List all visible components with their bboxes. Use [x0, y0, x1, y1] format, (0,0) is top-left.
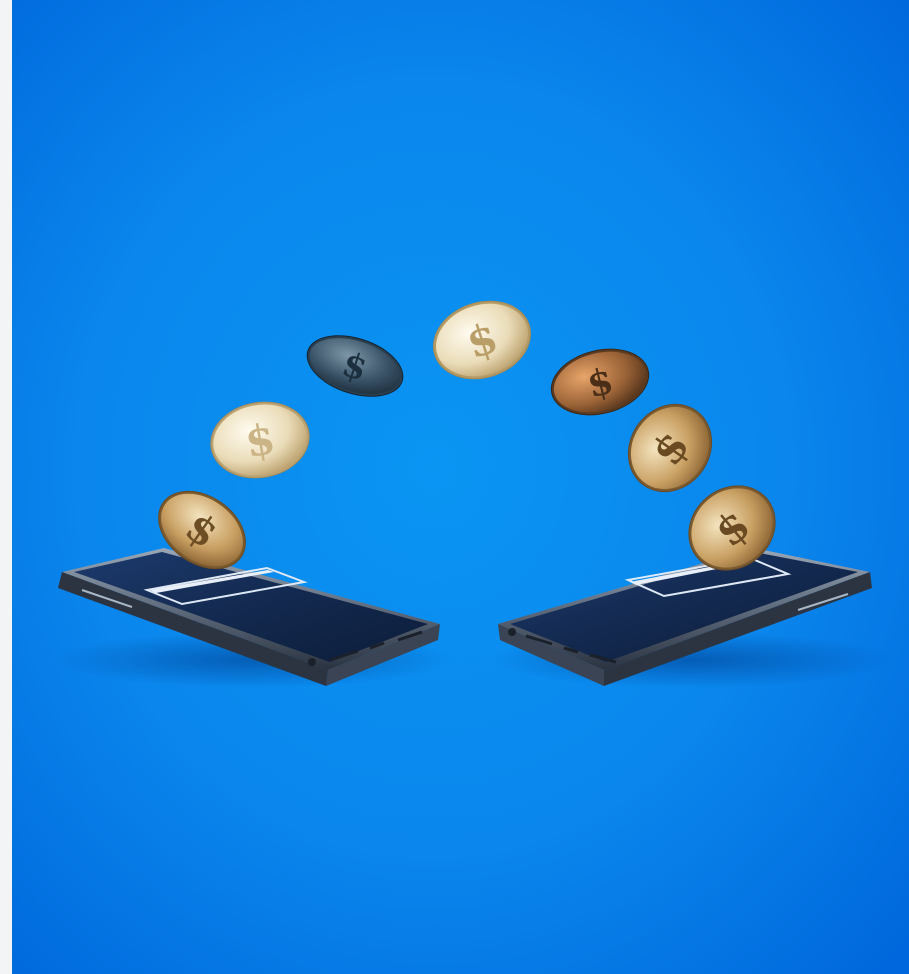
blue-background [12, 0, 909, 974]
coin-transfer-photo: $ $ $ $ $ $ $ [12, 0, 909, 974]
page-frame: $ $ $ $ $ $ $ [0, 0, 909, 974]
